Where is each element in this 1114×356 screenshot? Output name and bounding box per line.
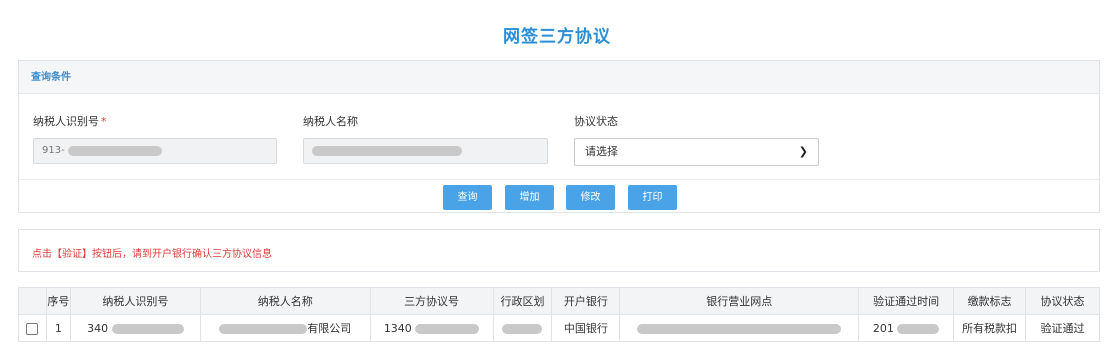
add-button[interactable]: 增加 (505, 185, 554, 210)
column-header: 纳税人名称 (199, 287, 371, 315)
print-button[interactable]: 打印 (628, 185, 677, 210)
cell-branch (619, 314, 860, 342)
cell-payment-flag: 所有税款扣 (953, 314, 1027, 342)
column-header: 纳税人识别号 (69, 287, 201, 315)
query-panel: 查询条件 纳税人识别号 * 913- 纳税人名称 协议状态 请选择 ❯ 查询 增加… (18, 60, 1101, 213)
query-button[interactable]: 查询 (443, 185, 492, 210)
row-checkbox[interactable] (26, 322, 39, 335)
redacted-mask (111, 323, 184, 334)
modify-button[interactable]: 修改 (566, 185, 615, 210)
redacted-mask (897, 323, 940, 334)
chevron-down-icon: ❯ (798, 145, 808, 158)
column-header: 三方协议号 (369, 287, 494, 315)
cell-taxpayer-id: 340 (69, 314, 201, 342)
notice-panel: 点击【验证】按钮后，请到开户银行确认三方协议信息 (18, 229, 1100, 272)
agreement-status-select[interactable]: 请选择 ❯ (574, 138, 819, 166)
agreement-status-selected: 请选择 (585, 145, 618, 158)
required-mark: * (101, 115, 107, 128)
redacted-mask (312, 146, 462, 156)
button-row: 查询 增加 修改 打印 (19, 179, 1101, 213)
taxpayer-id-value: 913- (42, 145, 65, 156)
redacted-mask (502, 323, 543, 334)
column-header: 验证通过时间 (858, 287, 955, 315)
column-header: 开户银行 (551, 287, 621, 315)
cell-verify-time: 201 (858, 314, 955, 342)
cell-index: 1 (45, 314, 71, 342)
agreement-status-label: 协议状态 (574, 115, 618, 128)
page-title: 网签三方协议 (503, 27, 611, 47)
redacted-mask (219, 324, 308, 334)
cell-bank: 中国银行 (551, 314, 621, 342)
column-header: 缴款标志 (953, 287, 1027, 315)
table-header-row: 序号 纳税人识别号 纳税人名称 三方协议号 行政区划 开户银行 银行营业网点 验… (18, 287, 1100, 315)
redacted-mask (68, 146, 162, 156)
cell-region (492, 314, 553, 342)
query-panel-header: 查询条件 (19, 61, 1099, 94)
redacted-mask (415, 323, 480, 334)
cell-taxpayer-name: 有限公司 (199, 314, 371, 342)
taxpayer-name-label: 纳税人名称 (303, 115, 358, 128)
column-header: 行政区划 (492, 287, 553, 315)
agreement-table: 序号 纳税人识别号 纳税人名称 三方协议号 行政区划 开户银行 银行营业网点 验… (18, 287, 1100, 342)
notice-text: 点击【验证】按钮后，请到开户银行确认三方协议信息 (32, 249, 272, 260)
taxpayer-id-field: 纳税人识别号 * 913- (33, 114, 277, 164)
column-header: 银行营业网点 (619, 287, 860, 315)
table-row[interactable]: 1 340 有限公司 1340 中国银行 201 所有税款扣 验证通过 (18, 314, 1100, 342)
select-column-header (18, 287, 47, 315)
redacted-mask (637, 323, 842, 334)
agreement-status-field: 协议状态 请选择 ❯ (574, 114, 819, 166)
cell-status: 验证通过 (1025, 314, 1100, 342)
column-header: 协议状态 (1025, 287, 1100, 315)
column-header: 序号 (45, 287, 71, 315)
cell-agreement-no: 1340 (369, 314, 494, 342)
taxpayer-name-field: 纳税人名称 (303, 114, 548, 164)
taxpayer-id-label: 纳税人识别号 (33, 115, 99, 128)
taxpayer-name-input[interactable] (303, 138, 548, 164)
taxpayer-id-input[interactable]: 913- (33, 138, 277, 164)
